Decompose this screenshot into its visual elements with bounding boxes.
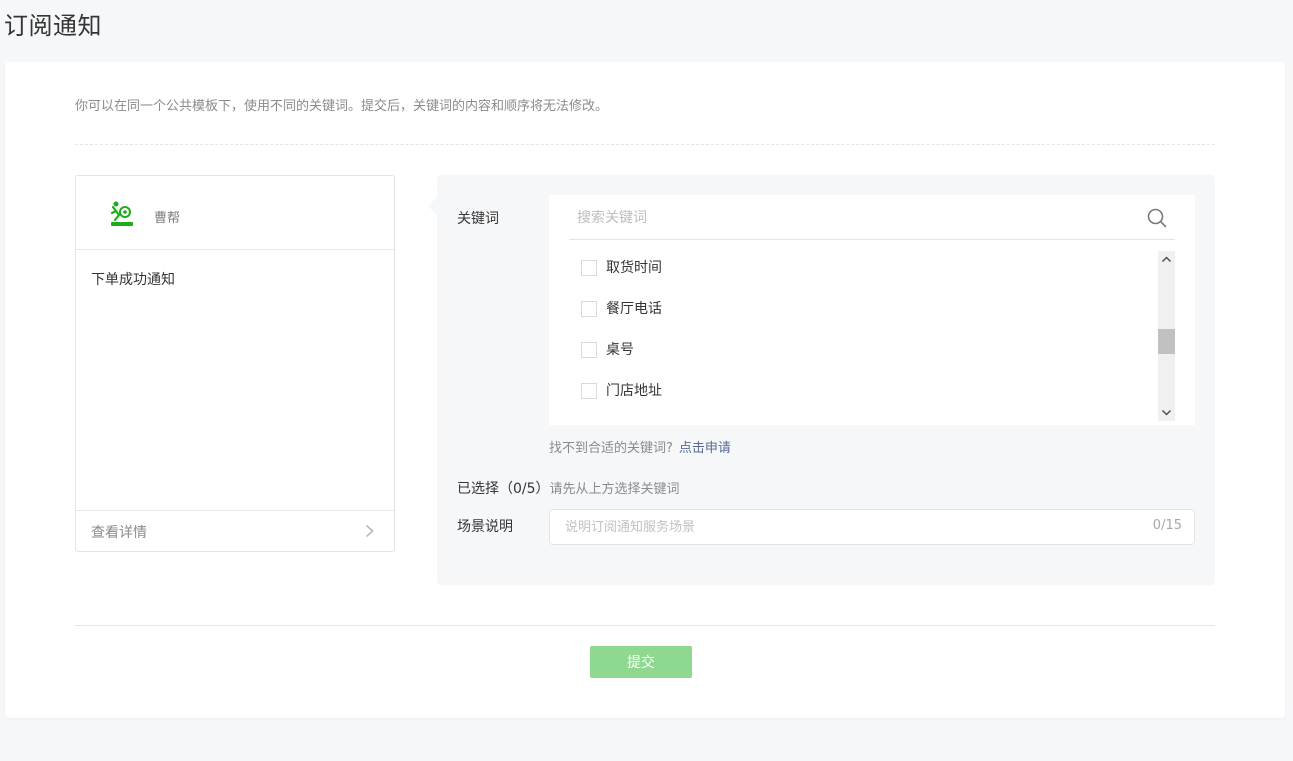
footer-divider [75, 625, 1215, 626]
keyword-search-input[interactable] [577, 207, 1117, 229]
app-logo-icon [110, 201, 133, 226]
scene-input-wrap: 0/15 [549, 509, 1195, 545]
keyword-checkbox[interactable] [581, 301, 597, 317]
keyword-option[interactable]: 门店地址 [581, 382, 1141, 423]
keyword-option-label: 桌号 [606, 342, 634, 358]
divider [75, 144, 1215, 145]
tip-text: 你可以在同一个公共模板下，使用不同的关键词。提交后，关键词的内容和顺序将无法修改… [75, 99, 609, 114]
page-title: 订阅通知 [4, 12, 102, 40]
keyword-selector: 取货时间 餐厅电话 桌号 门店地址 [549, 195, 1195, 425]
chevron-right-icon [365, 524, 374, 538]
selected-count-label: 已选择（0/5） [457, 481, 550, 497]
keyword-form-panel: 关键词 取货时间 餐厅电话 桌 [428, 175, 1215, 585]
keyword-list: 取货时间 餐厅电话 桌号 门店地址 [581, 259, 1141, 423]
keyword-option[interactable]: 桌号 [581, 341, 1141, 382]
preview-header: 曹帮 [76, 176, 394, 250]
scene-char-counter: 0/15 [1152, 518, 1182, 533]
keyword-search-row [569, 195, 1175, 240]
selected-hint: 请先从上方选择关键词 [549, 482, 680, 497]
keyword-option-label: 餐厅电话 [606, 301, 662, 317]
keyword-option-label: 门店地址 [606, 383, 662, 399]
scene-description-input[interactable] [565, 517, 1125, 537]
view-details-row[interactable]: 查看详情 [76, 510, 394, 551]
keyword-list-scrollbar[interactable] [1158, 251, 1175, 421]
scrollbar-thumb[interactable] [1158, 329, 1175, 354]
keyword-checkbox[interactable] [581, 383, 597, 399]
template-preview-card: 曹帮 下单成功通知 查看详情 [75, 175, 395, 552]
scroll-down-icon[interactable] [1158, 404, 1175, 421]
keyword-checkbox[interactable] [581, 342, 597, 358]
view-details-label: 查看详情 [91, 525, 147, 541]
keyword-apply-row: 找不到合适的关键词? 点击申请 [549, 437, 731, 456]
keyword-option[interactable]: 餐厅电话 [581, 300, 1141, 341]
keyword-checkbox[interactable] [581, 260, 597, 276]
template-title: 下单成功通知 [91, 272, 175, 288]
search-icon[interactable] [1147, 208, 1167, 228]
submit-button[interactable]: 提交 [590, 646, 692, 678]
selected-keywords-row: 已选择（0/5）请先从上方选择关键词 [457, 478, 680, 498]
keyword-option-label: 取货时间 [606, 260, 662, 276]
keyword-label: 关键词 [457, 211, 499, 227]
scroll-up-icon[interactable] [1158, 251, 1175, 268]
scene-label: 场景说明 [457, 519, 513, 535]
main-card: 你可以在同一个公共模板下，使用不同的关键词。提交后，关键词的内容和顺序将无法修改… [5, 62, 1285, 718]
keyword-option[interactable]: 取货时间 [581, 259, 1141, 300]
apply-keyword-link[interactable]: 点击申请 [679, 441, 731, 456]
app-name: 曹帮 [154, 211, 181, 226]
not-found-text: 找不到合适的关键词? [549, 441, 673, 456]
